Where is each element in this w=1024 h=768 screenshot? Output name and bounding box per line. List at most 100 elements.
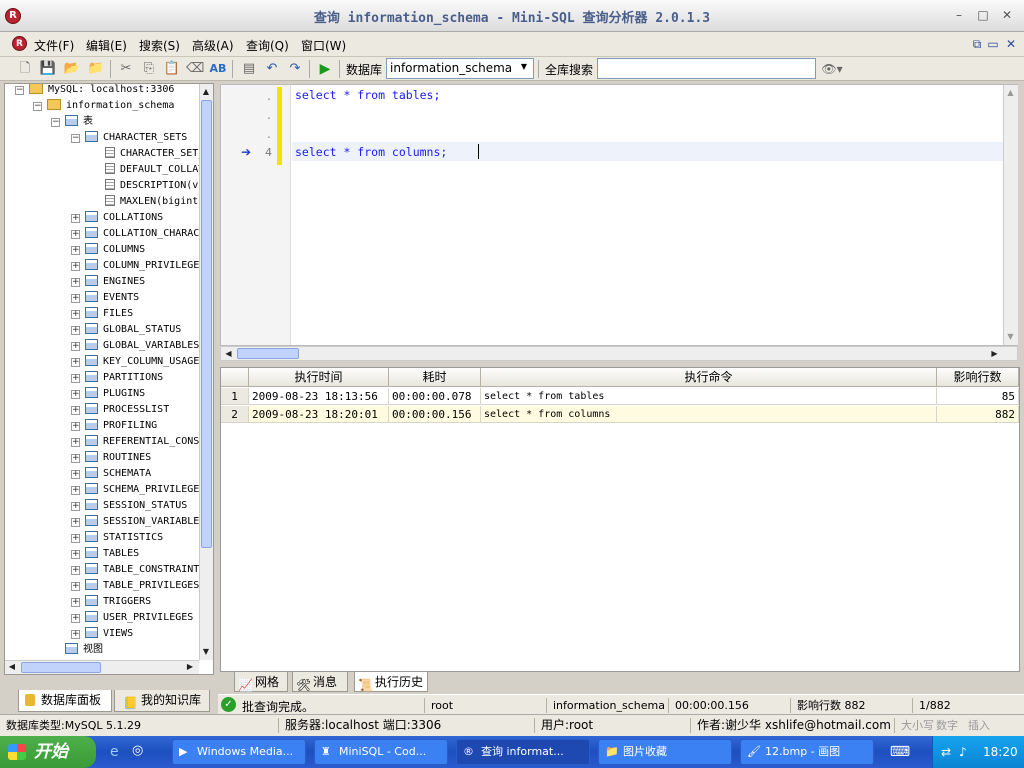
tree-node-table[interactable]: TRIGGERS: [85, 594, 151, 610]
expand-icon[interactable]: +: [71, 598, 80, 607]
expand-icon[interactable]: +: [71, 502, 80, 511]
tree-node-table[interactable]: KEY_COLUMN_USAGE: [85, 354, 199, 370]
tree-node-table[interactable]: TABLE_PRIVILEGES: [85, 578, 199, 594]
tab-history[interactable]: 📜 执行历史: [354, 672, 428, 692]
menu-search[interactable]: 搜索(S): [139, 37, 180, 54]
editor-horizontal-scrollbar[interactable]: ◀ ▶: [220, 346, 1018, 361]
editor-vertical-scrollbar[interactable]: ▲ ▼: [1003, 85, 1018, 345]
ie-icon[interactable]: e: [110, 744, 119, 760]
expand-icon[interactable]: +: [71, 374, 80, 383]
mdi-close-icon[interactable]: ✕: [1002, 35, 1020, 53]
tab-grid[interactable]: 📈 网格: [234, 672, 288, 692]
scroll-down-icon[interactable]: ▼: [1003, 329, 1018, 345]
menu-advanced[interactable]: 高级(A): [192, 37, 234, 54]
undo-icon[interactable]: ↶: [263, 60, 281, 78]
tree-node-table[interactable]: REFERENTIAL_CONSTRAINTS: [85, 434, 199, 450]
expand-icon[interactable]: +: [71, 310, 80, 319]
tree-node-column[interactable]: MAXLEN(bigint): [105, 194, 199, 210]
sql-editor[interactable]: . . . ➔ 4 select * from tables; select *…: [220, 84, 1018, 346]
task-pictures[interactable]: 📁 图片收藏: [598, 739, 732, 765]
tab-database-panel[interactable]: 数据库面板: [18, 690, 112, 712]
task-minisql-code[interactable]: ♜ MiniSQL - Cod...: [314, 739, 448, 765]
expand-icon[interactable]: +: [71, 390, 80, 399]
tree-node-column[interactable]: CHARACTER_SET_NAME: [105, 146, 199, 162]
tree-node-table[interactable]: SESSION_VARIABLES: [85, 514, 199, 530]
expand-icon[interactable]: +: [71, 614, 80, 623]
column-header-time[interactable]: 执行时间: [249, 368, 389, 387]
tree-scroll-thumb[interactable]: [201, 100, 212, 548]
task-query-window[interactable]: ® 查询 informat...: [456, 739, 590, 765]
tree-node-table[interactable]: ENGINES: [85, 274, 145, 290]
window-icon[interactable]: ▤: [240, 60, 258, 78]
scroll-right-icon[interactable]: ▶: [183, 660, 197, 674]
tree-horizontal-scrollbar[interactable]: ◀ ▶: [5, 660, 199, 674]
tree-node-table[interactable]: SESSION_STATUS: [85, 498, 187, 514]
expand-icon[interactable]: +: [71, 550, 80, 559]
expand-icon[interactable]: +: [71, 582, 80, 591]
maximize-button[interactable]: □: [974, 6, 992, 24]
code-line-1[interactable]: select * from tables;: [295, 88, 440, 102]
expand-icon[interactable]: +: [71, 294, 80, 303]
tab-knowledge-base[interactable]: 📒 我的知识库: [114, 690, 210, 712]
tree-node-table[interactable]: PROFILING: [85, 418, 157, 434]
scroll-left-icon[interactable]: ◀: [221, 346, 236, 361]
expand-icon[interactable]: +: [71, 486, 80, 495]
tree-node-table[interactable]: PLUGINS: [85, 386, 145, 402]
tree-node-tables-folder[interactable]: 表: [65, 114, 93, 130]
scroll-up-icon[interactable]: ▲: [199, 84, 213, 100]
cell-time[interactable]: 2009-08-23 18:20:01: [249, 406, 389, 423]
editor-hscroll-thumb[interactable]: [237, 348, 299, 359]
task-windows-media[interactable]: ▶ Windows Media...: [172, 739, 306, 765]
network-icon[interactable]: ⇄: [941, 736, 951, 768]
cell-affected-rows[interactable]: 85: [937, 388, 1019, 405]
cell-duration[interactable]: 00:00:00.156: [389, 406, 481, 423]
expand-icon[interactable]: +: [71, 230, 80, 239]
menu-window[interactable]: 窗口(W): [301, 37, 346, 54]
tree-node-table[interactable]: TABLES: [85, 546, 139, 562]
close-button[interactable]: ✕: [998, 6, 1016, 24]
tree-node-column[interactable]: DEFAULT_COLLATE_NAME: [105, 162, 199, 178]
tree-node-table[interactable]: PROCESSLIST: [85, 402, 169, 418]
expand-icon[interactable]: +: [71, 630, 80, 639]
tree-node-table[interactable]: COLLATION_CHARACTER_SET_APPLICABILITY: [85, 226, 199, 242]
tree-hscroll-thumb[interactable]: [21, 662, 101, 673]
tree-node-table[interactable]: SCHEMATA: [85, 466, 151, 482]
tree-node-table[interactable]: GLOBAL_STATUS: [85, 322, 181, 338]
replace-icon[interactable]: AB: [209, 60, 227, 78]
tree-node-table[interactable]: FILES: [85, 306, 133, 322]
tree-node-column[interactable]: DESCRIPTION(varchar): [105, 178, 199, 194]
tree-node-table[interactable]: ROUTINES: [85, 450, 151, 466]
tab-messages[interactable]: 🛠 消息: [292, 672, 348, 692]
collapse-icon[interactable]: −: [71, 134, 80, 143]
expand-icon[interactable]: +: [71, 358, 80, 367]
tree-node-table[interactable]: COLLATIONS: [85, 210, 163, 226]
scroll-right-icon[interactable]: ▶: [987, 346, 1002, 361]
expand-icon[interactable]: +: [71, 422, 80, 431]
cut-icon[interactable]: ✂: [117, 60, 135, 78]
new-file-icon[interactable]: 🗋: [16, 60, 34, 78]
expand-icon[interactable]: +: [71, 278, 80, 287]
expand-icon[interactable]: +: [71, 454, 80, 463]
menu-edit[interactable]: 编辑(E): [86, 37, 127, 54]
scroll-up-icon[interactable]: ▲: [1003, 85, 1018, 101]
tree-node-server[interactable]: MySQL: localhost:3306: [29, 84, 174, 98]
tree-node-views[interactable]: 视图: [65, 642, 103, 658]
quicklaunch-icon[interactable]: ◎: [132, 743, 143, 758]
global-search-input[interactable]: [597, 58, 816, 79]
column-header-command[interactable]: 执行命令: [481, 368, 937, 387]
tree-vertical-scrollbar[interactable]: ▲ ▼: [199, 84, 213, 660]
tree-node-table[interactable]: VIEWS: [85, 626, 133, 642]
expand-icon[interactable]: +: [71, 342, 80, 351]
doc-icon[interactable]: R: [12, 36, 27, 51]
tree-node-table[interactable]: TABLE_CONSTRAINTS: [85, 562, 199, 578]
menu-file[interactable]: 文件(F): [34, 37, 74, 54]
tree-node-table[interactable]: SCHEMA_PRIVILEGES: [85, 482, 199, 498]
cell-command[interactable]: select * from columns: [481, 406, 937, 423]
eraser-icon[interactable]: ⌫: [186, 60, 204, 78]
copy-icon[interactable]: ⎘: [140, 60, 158, 78]
tree-node-table[interactable]: PARTITIONS: [85, 370, 163, 386]
tree-node-table[interactable]: COLUMN_PRIVILEGES: [85, 258, 199, 274]
tree-node-table[interactable]: GLOBAL_VARIABLES: [85, 338, 199, 354]
database-select[interactable]: information_schema ▼: [386, 58, 534, 79]
tree-node-table[interactable]: USER_PRIVILEGES: [85, 610, 193, 626]
